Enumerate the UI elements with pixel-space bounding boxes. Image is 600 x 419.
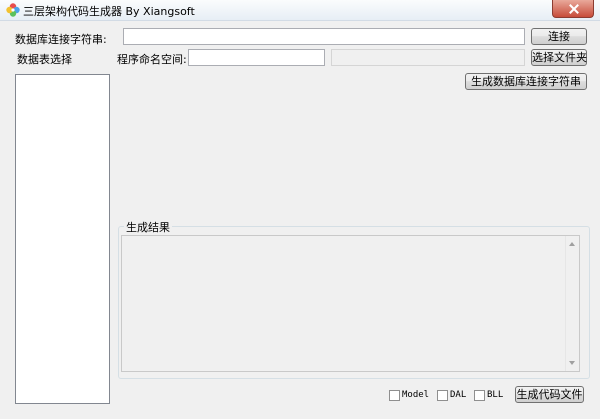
model-checkbox[interactable] (389, 389, 400, 401)
table-select-label: 数据表选择 (17, 53, 72, 66)
result-textarea[interactable] (121, 235, 580, 372)
bll-checkbox[interactable] (474, 389, 485, 401)
result-group-title: 生成结果 (124, 219, 172, 235)
app-icon (6, 3, 20, 17)
close-button[interactable] (552, 0, 594, 18)
dal-checkbox-option[interactable]: DAL (437, 388, 466, 402)
table-list[interactable] (15, 74, 110, 404)
main-window: 三层架构代码生成器 By Xiangsoft 数据库连接字符串: 连接 数据表选… (0, 0, 600, 419)
generate-connection-string-button[interactable]: 生成数据库连接字符串 (465, 73, 587, 90)
namespace-input[interactable] (188, 49, 325, 66)
dal-checkbox-label: DAL (450, 390, 467, 400)
dal-checkbox[interactable] (437, 389, 448, 401)
model-checkbox-option[interactable]: Model (389, 388, 429, 402)
model-checkbox-label: Model (402, 390, 430, 400)
scroll-up-icon[interactable] (569, 242, 575, 246)
scroll-down-icon[interactable] (569, 361, 575, 365)
title-bar: 三层架构代码生成器 By Xiangsoft (0, 0, 600, 21)
connection-string-label: 数据库连接字符串: (15, 33, 107, 46)
bll-checkbox-option[interactable]: BLL (474, 388, 503, 402)
select-folder-button[interactable]: 选择文件夹 (531, 49, 587, 66)
output-folder-path (331, 49, 525, 66)
connection-string-input[interactable] (123, 28, 525, 45)
bll-checkbox-label: BLL (487, 390, 504, 400)
generate-code-button[interactable]: 生成代码文件 (515, 386, 584, 403)
window-title: 三层架构代码生成器 By Xiangsoft (23, 5, 195, 18)
namespace-label: 程序命名空间: (117, 53, 187, 66)
connect-button[interactable]: 连接 (531, 28, 587, 45)
result-scrollbar[interactable] (565, 236, 579, 371)
